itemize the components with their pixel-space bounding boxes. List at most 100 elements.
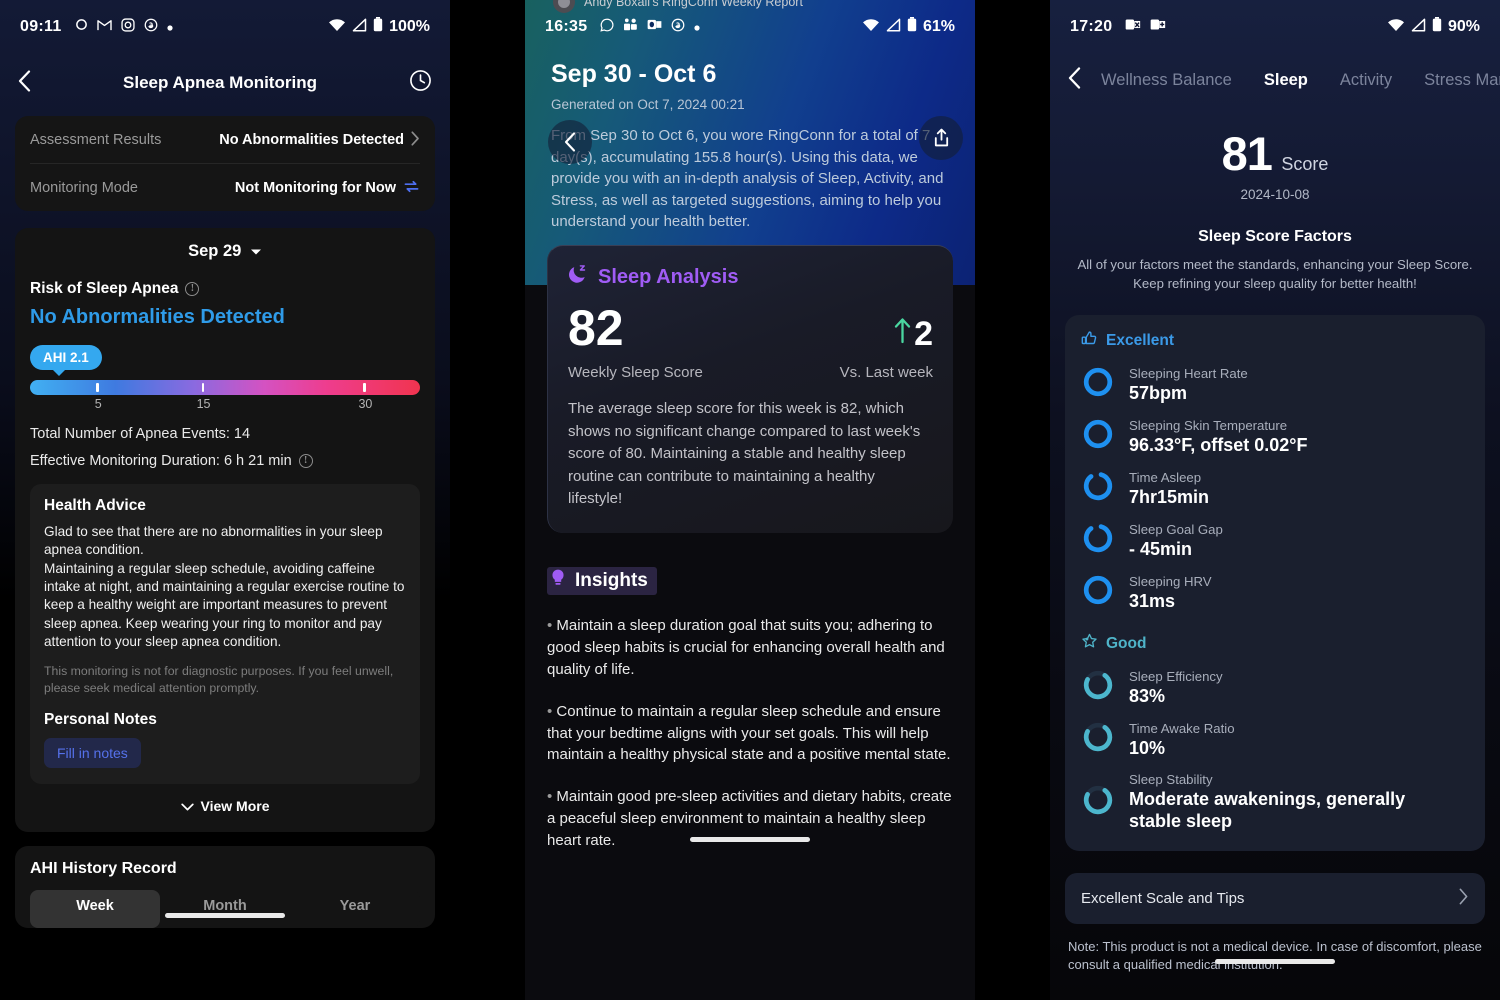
home-indicator[interactable] bbox=[165, 912, 285, 918]
sync-icon[interactable] bbox=[403, 179, 420, 197]
outlook-calendar-icon bbox=[1125, 18, 1141, 36]
share-icon[interactable] bbox=[919, 116, 963, 160]
personal-notes-title: Personal Notes bbox=[44, 710, 157, 728]
ring-icon bbox=[1081, 469, 1115, 508]
ahi-badge: AHI 2.1 bbox=[30, 345, 102, 376]
history-tab-week[interactable]: Week bbox=[30, 889, 160, 928]
wifi-icon bbox=[1387, 18, 1405, 37]
history-tab-month[interactable]: Month bbox=[160, 890, 290, 928]
factor-label: Sleep Stability bbox=[1129, 772, 1213, 788]
status-notification-icons bbox=[600, 18, 701, 37]
factor-label: Sleeping Skin Temperature bbox=[1129, 417, 1288, 433]
weekly-sleep-score-label: Weekly Sleep Score bbox=[568, 364, 703, 382]
back-button[interactable] bbox=[18, 69, 31, 97]
panel-sleep-apnea-monitoring: 09:11 100% Sleep Apnea Monitoring Assess… bbox=[0, 0, 450, 1000]
panel-sleep-score: 17:20 90% Wellness Balance Sleep Activit… bbox=[1050, 0, 1500, 1000]
info-icon[interactable]: ! bbox=[185, 282, 200, 296]
whatsapp-icon bbox=[600, 18, 614, 37]
battery-icon bbox=[907, 17, 917, 37]
status-notification-icons bbox=[1125, 18, 1166, 36]
view-more-button[interactable]: View More bbox=[30, 784, 420, 820]
threads-icon bbox=[671, 18, 685, 37]
report-date-range: Sep 30 - Oct 6 bbox=[551, 60, 717, 88]
sleep-analysis-title-row: Sleep Analysis bbox=[568, 264, 933, 291]
tab-sleep[interactable]: Sleep bbox=[1248, 71, 1324, 90]
sleep-score-row: 82 2 bbox=[568, 291, 933, 355]
ring-icon bbox=[1081, 783, 1115, 822]
monitoring-duration-text: Effective Monitoring Duration: 6 h 21 mi… bbox=[30, 453, 292, 469]
bullet-icon: • bbox=[547, 702, 557, 720]
history-tab-group: Week Month Year bbox=[30, 889, 420, 928]
thumbs-up-icon bbox=[1081, 330, 1098, 352]
clock-icon[interactable] bbox=[409, 69, 432, 97]
monitoring-mode-value: Not Monitoring for Now bbox=[234, 179, 396, 196]
weekly-sleep-score: 82 bbox=[568, 299, 624, 356]
factor-value: 7hr15min bbox=[1129, 486, 1210, 507]
avatar bbox=[553, 0, 575, 13]
ring-icon bbox=[1081, 668, 1115, 707]
score-header: 81 Score 2024-10-08 bbox=[1050, 126, 1500, 202]
tab-stress-management[interactable]: Stress Mar bbox=[1408, 71, 1500, 90]
date-picker[interactable]: Sep 29 bbox=[30, 242, 420, 261]
score-delta: 2 bbox=[893, 315, 933, 354]
home-indicator[interactable] bbox=[1215, 959, 1335, 965]
arrow-up-icon bbox=[893, 315, 912, 354]
factor-label: Time Awake Ratio bbox=[1129, 720, 1235, 736]
outlook-mail-icon bbox=[1150, 18, 1166, 36]
battery-percent: 61% bbox=[922, 18, 955, 35]
tick-5 bbox=[96, 383, 99, 392]
status-system-icons: 61% bbox=[862, 17, 955, 37]
star-badge-icon bbox=[1081, 633, 1098, 655]
factor-label: Sleep Goal Gap bbox=[1129, 521, 1223, 537]
ring-icon bbox=[1081, 365, 1115, 404]
ahi-gauge: AHI 2.1 5 15 30 bbox=[30, 345, 420, 415]
monitoring-mode-label: Monitoring Mode bbox=[30, 179, 138, 196]
assessment-results-value: No Abnormalities Detected bbox=[219, 131, 404, 148]
sleep-score-value: 81 bbox=[1221, 127, 1273, 180]
fill-in-notes-button[interactable]: Fill in notes bbox=[44, 737, 141, 768]
tick-30 bbox=[363, 383, 366, 392]
tick-15 bbox=[201, 383, 205, 392]
factor-row: Sleep Stability Moderate awakenings, gen… bbox=[1081, 772, 1469, 832]
factor-row: Sleep Goal Gap - 45min bbox=[1081, 521, 1469, 560]
threads-icon bbox=[144, 18, 158, 37]
ring-icon bbox=[1081, 417, 1115, 456]
tab-bar: Wellness Balance Sleep Activity Stress M… bbox=[1050, 54, 1500, 106]
factor-row: Sleeping Heart Rate 57bpm bbox=[1081, 365, 1469, 404]
chevron-right-icon bbox=[1459, 888, 1469, 909]
excellent-scale-and-tips-row[interactable]: Excellent Scale and Tips bbox=[1065, 872, 1485, 924]
bullet-icon: • bbox=[547, 616, 557, 634]
status-bar-3: 17:20 90% bbox=[1050, 0, 1500, 54]
total-apnea-events: Total Number of Apnea Events: 14 bbox=[30, 426, 251, 442]
info-icon[interactable]: ! bbox=[298, 454, 313, 468]
notification-title: Andy Boxall's RingConn Weekly Report bbox=[584, 0, 803, 9]
panel-weekly-report: Andy Boxall's RingConn Weekly Report 16:… bbox=[525, 0, 975, 1000]
assessment-results-label: Assessment Results bbox=[30, 131, 162, 148]
dot-icon bbox=[694, 18, 701, 36]
ring-icon bbox=[1081, 521, 1115, 560]
back-button[interactable] bbox=[1068, 66, 1085, 94]
factor-label: Sleep Efficiency bbox=[1129, 668, 1223, 684]
date-picker-label: Sep 29 bbox=[188, 242, 242, 260]
report-intro: From Sep 30 to Oct 6, you wore RingConn … bbox=[551, 127, 944, 231]
sleep-score-date: 2024-10-08 bbox=[1240, 187, 1310, 202]
factor-row: Time Asleep 7hr15min bbox=[1081, 469, 1469, 508]
factor-label: Sleeping Heart Rate bbox=[1129, 365, 1248, 381]
assessment-results-row[interactable]: Assessment Results No Abnormalities Dete… bbox=[30, 116, 420, 163]
back-button[interactable] bbox=[548, 120, 592, 164]
nav-bar-1: Sleep Apnea Monitoring bbox=[0, 54, 450, 112]
status-system-icons: 100% bbox=[328, 17, 430, 37]
tab-activity[interactable]: Activity bbox=[1324, 71, 1408, 90]
insight-item: • Maintain a sleep duration goal that su… bbox=[547, 615, 953, 681]
ring-icon bbox=[1081, 573, 1115, 612]
notification-banner[interactable]: Andy Boxall's RingConn Weekly Report bbox=[525, 0, 975, 13]
home-indicator[interactable] bbox=[690, 836, 810, 842]
outlook-icon bbox=[647, 18, 662, 36]
tab-wellness-balance[interactable]: Wellness Balance bbox=[1085, 71, 1248, 90]
gmail-icon bbox=[96, 18, 112, 36]
monitoring-mode-row[interactable]: Monitoring Mode Not Monitoring for Now bbox=[30, 164, 420, 211]
health-advice-body: Glad to see that there are no abnormalit… bbox=[44, 524, 405, 650]
history-tab-year[interactable]: Year bbox=[290, 890, 420, 928]
medical-disclaimer-note: Note: This product is not a medical devi… bbox=[1068, 938, 1482, 972]
summary-card: Assessment Results No Abnormalities Dete… bbox=[15, 116, 435, 211]
